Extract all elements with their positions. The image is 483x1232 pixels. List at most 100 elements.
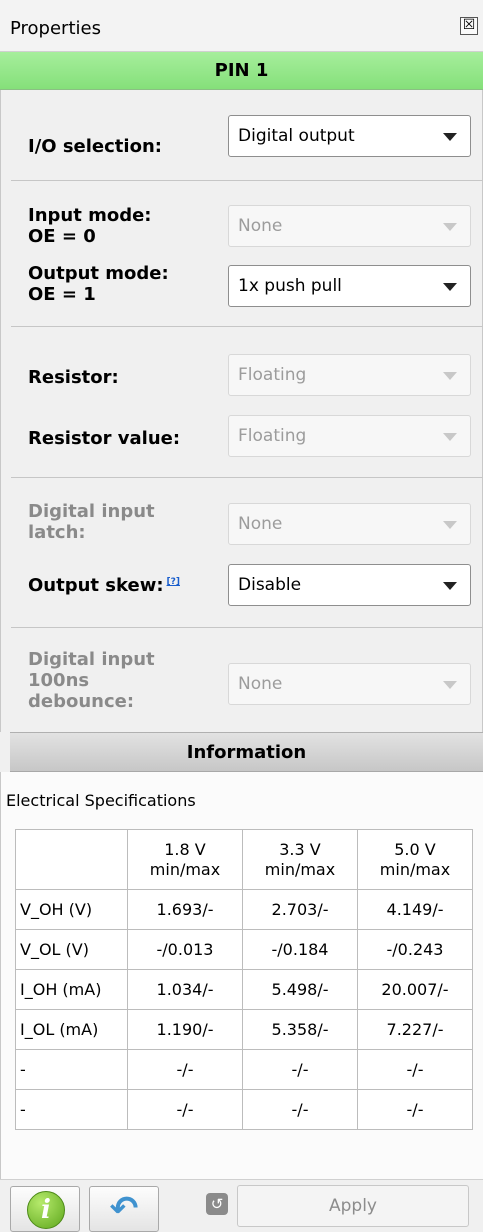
divider — [11, 627, 483, 628]
table-cell: 1.693/- — [127, 889, 243, 930]
table-cell: 5.358/- — [242, 1009, 358, 1050]
table-cell: -/- — [357, 1089, 473, 1130]
chevron-down-icon — [443, 133, 457, 141]
debounce-label-line2: 100ns — [28, 670, 90, 691]
input-mode-dropdown: None — [228, 205, 471, 247]
input-mode-label: Input mode: OE = 0 — [28, 205, 152, 247]
column-subtitle: min/max — [149, 859, 221, 879]
table-cell: -/- — [127, 1089, 243, 1130]
io-selection-label: I/O selection: — [28, 136, 162, 157]
output-mode-label-line2: OE = 1 — [28, 284, 96, 305]
column-header: 5.0 Vmin/max — [357, 829, 473, 890]
apply-button[interactable]: Apply — [237, 1185, 469, 1227]
table-cell: 5.498/- — [242, 969, 358, 1010]
divider — [11, 180, 483, 181]
table-row: - -/- -/- -/- — [15, 1049, 473, 1090]
info-icon: i — [27, 1191, 65, 1229]
output-skew-label: Output skew: [?] — [28, 572, 180, 596]
chevron-down-icon — [443, 283, 457, 291]
panel-title: Properties — [10, 18, 101, 39]
digital-input-latch-label-line1: Digital input — [28, 501, 155, 522]
row-header: V_OH (V) — [15, 889, 128, 930]
undo-button[interactable]: ↶ — [89, 1186, 159, 1232]
resistor-value: Floating — [238, 365, 307, 385]
output-skew-label-text: Output skew: — [28, 575, 164, 596]
digital-input-latch-label: Digital input latch: — [28, 501, 155, 543]
table-cell: -/0.184 — [242, 929, 358, 970]
table-cell: -/- — [127, 1049, 243, 1090]
debounce-dropdown: None — [228, 663, 471, 705]
table-cell: -/0.243 — [357, 929, 473, 970]
row-header: I_OL (mA) — [15, 1009, 128, 1050]
column-subtitle: min/max — [264, 859, 336, 879]
table-cell: 2.703/- — [242, 889, 358, 930]
table-cell: -/- — [357, 1049, 473, 1090]
debounce-label-line3: debounce: — [28, 691, 135, 712]
chevron-down-icon — [443, 223, 457, 231]
output-skew-dropdown[interactable]: Disable — [228, 564, 471, 606]
divider — [11, 326, 483, 327]
table-cell: 4.149/- — [357, 889, 473, 930]
chevron-down-icon — [443, 372, 457, 380]
information-panel: Electrical Specifications 1.8 Vmin/max 3… — [0, 772, 483, 1179]
table-row: - -/- -/- -/- — [15, 1089, 473, 1130]
output-skew-value: Disable — [238, 575, 302, 595]
debounce-label: Digital input 100ns debounce: — [28, 649, 155, 712]
column-voltage: 1.8 V — [164, 839, 206, 859]
divider — [11, 477, 483, 478]
properties-form: I/O selection: Digital output Input mode… — [0, 90, 483, 732]
undo-icon: ↶ — [109, 1189, 139, 1229]
chevron-down-icon — [443, 433, 457, 441]
chevron-down-icon — [443, 582, 457, 590]
chevron-down-icon — [443, 681, 457, 689]
input-mode-label-line2: OE = 0 — [28, 226, 96, 247]
information-header: Information — [10, 732, 483, 772]
row-header: - — [15, 1049, 128, 1090]
table-cell: 7.227/- — [357, 1009, 473, 1050]
resistor-value-value: Floating — [238, 426, 307, 446]
table-cell: -/0.013 — [127, 929, 243, 970]
table-row: V_OL (V) -/0.013 -/0.184 -/0.243 — [15, 929, 473, 970]
resistor-dropdown: Floating — [228, 354, 471, 396]
table-cell: 1.190/- — [127, 1009, 243, 1050]
table-row: I_OH (mA) 1.034/- 5.498/- 20.007/- — [15, 969, 473, 1010]
info-button[interactable]: i — [10, 1186, 80, 1232]
io-selection-dropdown[interactable]: Digital output — [228, 115, 471, 157]
title-bar: Properties ☒ — [0, 0, 483, 52]
chevron-down-icon — [443, 521, 457, 529]
column-header: 1.8 Vmin/max — [127, 829, 243, 890]
output-mode-value: 1x push pull — [238, 276, 342, 296]
row-header: V_OL (V) — [15, 929, 128, 970]
column-voltage: 3.3 V — [279, 839, 321, 859]
row-header: - — [15, 1089, 128, 1130]
io-selection-value: Digital output — [238, 126, 355, 146]
table-row: I_OL (mA) 1.190/- 5.358/- 7.227/- — [15, 1009, 473, 1050]
digital-input-latch-dropdown: None — [228, 503, 471, 545]
resistor-value-dropdown: Floating — [228, 415, 471, 457]
column-header: 3.3 Vmin/max — [242, 829, 358, 890]
input-mode-label-line1: Input mode: — [28, 205, 152, 226]
column-subtitle: min/max — [379, 859, 451, 879]
table-corner-cell — [15, 829, 128, 890]
resistor-value-label: Resistor value: — [28, 428, 181, 449]
output-mode-label: Output mode: OE = 1 — [28, 263, 169, 305]
table-cell: 20.007/- — [357, 969, 473, 1010]
input-mode-value: None — [238, 216, 283, 236]
revert-icon[interactable]: ↺ — [206, 1193, 228, 1215]
electrical-specifications-title: Electrical Specifications — [6, 791, 196, 810]
pin-header: PIN 1 — [0, 52, 483, 90]
row-header: I_OH (mA) — [15, 969, 128, 1010]
table-row: V_OH (V) 1.693/- 2.703/- 4.149/- — [15, 889, 473, 930]
help-icon[interactable]: [?] — [167, 572, 180, 593]
close-icon[interactable]: ☒ — [460, 17, 478, 35]
table-cell: -/- — [242, 1089, 358, 1130]
output-mode-label-line1: Output mode: — [28, 263, 169, 284]
column-voltage: 5.0 V — [394, 839, 436, 859]
resistor-label: Resistor: — [28, 367, 119, 388]
output-mode-dropdown[interactable]: 1x push pull — [228, 265, 471, 307]
table-header-row: 1.8 Vmin/max 3.3 Vmin/max 5.0 Vmin/max — [15, 829, 473, 890]
electrical-specifications-table: 1.8 Vmin/max 3.3 Vmin/max 5.0 Vmin/max V… — [15, 829, 473, 1130]
digital-input-latch-label-line2: latch: — [28, 522, 86, 543]
digital-input-latch-value: None — [238, 514, 283, 534]
table-cell: 1.034/- — [127, 969, 243, 1010]
